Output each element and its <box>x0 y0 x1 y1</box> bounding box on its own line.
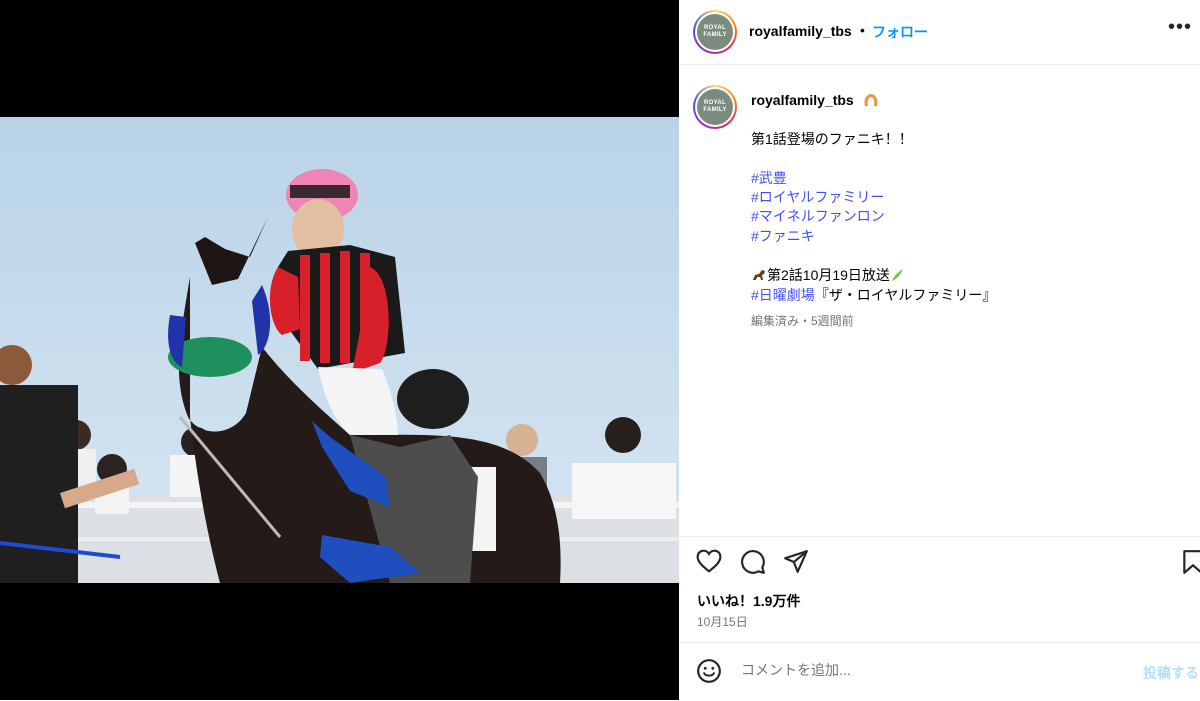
caption-header: royalfamily_tbs <box>751 92 880 108</box>
hashtag-link[interactable]: #日曜劇場 <box>751 287 815 303</box>
like-count[interactable]: いいね！1.9万件 <box>697 591 800 611</box>
post-comment-button[interactable]: 投稿する <box>1143 663 1199 683</box>
program-title: 『ザ・ロイヤルファミリー』 <box>814 287 997 303</box>
bookmark-icon[interactable] <box>1182 549 1200 575</box>
herb-icon <box>891 269 903 281</box>
post-panel: ROYAL FAMILY royalfamily_tbs • フォロー ••• … <box>679 0 1200 700</box>
more-horizontal-icon[interactable]: ••• <box>1168 16 1192 39</box>
post-meta: 編集済み・5週間前 <box>751 314 854 328</box>
broadcast-line: 第2話10月19日放送 <box>751 266 904 286</box>
comment-input[interactable] <box>741 662 1101 678</box>
hashtag-link[interactable]: #ファニキ <box>751 227 815 247</box>
caption-avatar[interactable]: ROYAL FAMILY <box>693 85 737 129</box>
hashtag-link[interactable]: #ロイヤルファミリー <box>751 188 884 208</box>
action-bar <box>679 536 1200 587</box>
header-username[interactable]: royalfamily_tbs <box>749 23 852 39</box>
hashtag-link[interactable]: #マイネルファンロン <box>751 207 885 227</box>
post-date[interactable]: 10月15日 <box>697 613 748 630</box>
post-photo[interactable] <box>0 117 679 583</box>
heart-icon[interactable] <box>696 549 722 573</box>
comment-bar: 投稿する <box>679 642 1200 701</box>
follow-button[interactable]: フォロー <box>872 22 928 42</box>
horseshoe-icon <box>864 94 878 106</box>
avatar-logo: ROYAL FAMILY <box>697 89 733 125</box>
program-line: #日曜劇場『ザ・ロイヤルファミリー』 <box>751 286 996 306</box>
broadcast-text: 第2話10月19日放送 <box>767 267 890 283</box>
horse-icon <box>753 270 765 280</box>
post-header: ROYAL FAMILY royalfamily_tbs • フォロー ••• <box>679 0 1200 65</box>
smiley-icon[interactable] <box>696 658 722 684</box>
avatar-logo: ROYAL FAMILY <box>697 14 733 50</box>
comment-icon[interactable] <box>740 549 766 575</box>
caption-username[interactable]: royalfamily_tbs <box>751 92 854 108</box>
header-separator: • <box>860 22 865 38</box>
hashtag-link[interactable]: #武豊 <box>751 169 787 189</box>
jockey-horse-photo <box>0 117 679 583</box>
account-avatar[interactable]: ROYAL FAMILY <box>693 10 737 54</box>
send-icon[interactable] <box>783 549 809 574</box>
post-media[interactable] <box>0 0 679 700</box>
caption-line1: 第1話登場のファニキ！！ <box>751 131 913 147</box>
